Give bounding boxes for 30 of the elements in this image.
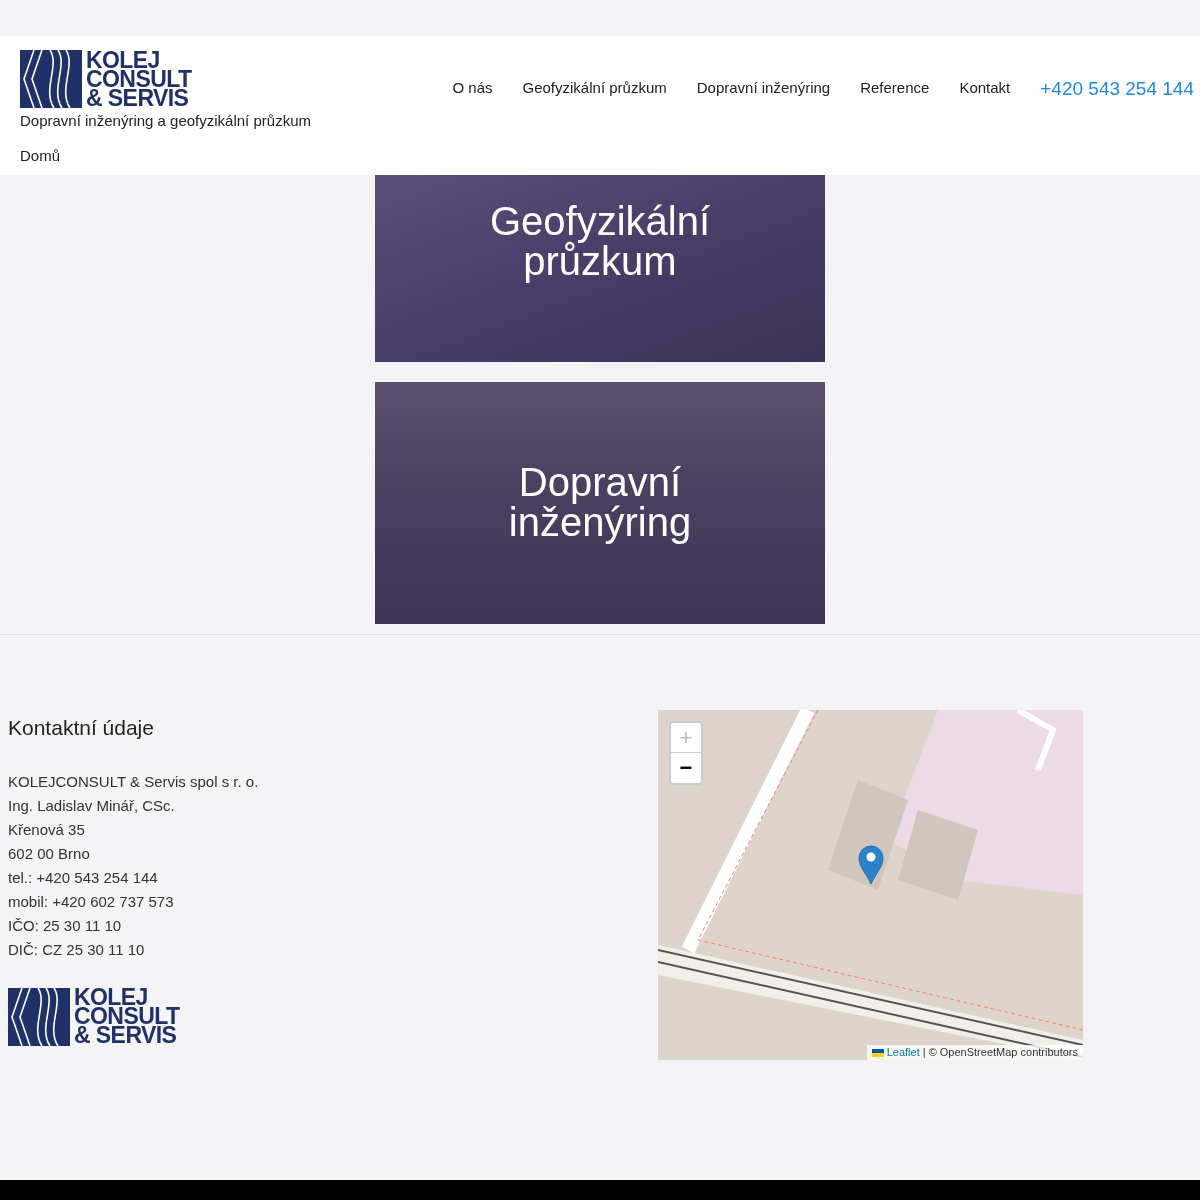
card-title: Dopravní inženýring	[507, 462, 693, 542]
contact-line: tel.: +420 543 254 144	[8, 867, 159, 888]
ukraine-flag-icon	[871, 1048, 884, 1057]
site-tagline: Dopravní inženýring a geofyzikální průzkum	[20, 111, 311, 131]
attribution-text: | © OpenStreetMap contributors	[922, 1045, 1078, 1060]
contact-line: Křenová 35	[8, 819, 86, 840]
logo-waves-icon	[8, 987, 70, 1046]
leaflet-link[interactable]: Leaflet	[886, 1045, 920, 1060]
nav-link[interactable]: Dopravní inženýring	[696, 77, 831, 100]
service-card[interactable]: Dopravní inženýring	[375, 382, 825, 624]
nav-link[interactable]: Reference	[860, 77, 930, 100]
contact-heading: Kontaktní údaje	[8, 715, 155, 741]
contact-line: 602 00 Brno	[8, 843, 91, 864]
contact-line: KOLEJCONSULT & Servis spol s r. o.	[8, 771, 260, 792]
zoom-out-button[interactable]: −	[671, 753, 701, 783]
service-card[interactable]: Geofyzikální průzkum	[375, 175, 825, 362]
logo-text: KOLEJ CONSULT & SERVIS	[86, 50, 192, 108]
logo-text: KOLEJ CONSULT & SERVIS	[74, 988, 180, 1045]
contact-line: mobil: +420 602 737 573	[8, 891, 175, 912]
contact-line: Ing. Ladislav Minář, CSc.	[8, 795, 176, 816]
contact-line: IČO: 25 30 11 10	[8, 915, 123, 936]
phone-link[interactable]: +420 543 254 144	[1040, 75, 1194, 104]
logo-waves-icon	[20, 50, 82, 108]
contact-line: DIČ: CZ 25 30 11 10	[8, 939, 146, 960]
card-title: Geofyzikální průzkum	[488, 201, 712, 281]
map-pin-icon[interactable]	[858, 845, 884, 885]
nav-link[interactable]: O nás	[452, 77, 493, 100]
breadcrumb-link[interactable]: Domů	[20, 144, 311, 167]
nav-link[interactable]: Geofyzikální průzkum	[522, 77, 667, 100]
nav-link[interactable]: Kontakt	[959, 77, 1011, 100]
